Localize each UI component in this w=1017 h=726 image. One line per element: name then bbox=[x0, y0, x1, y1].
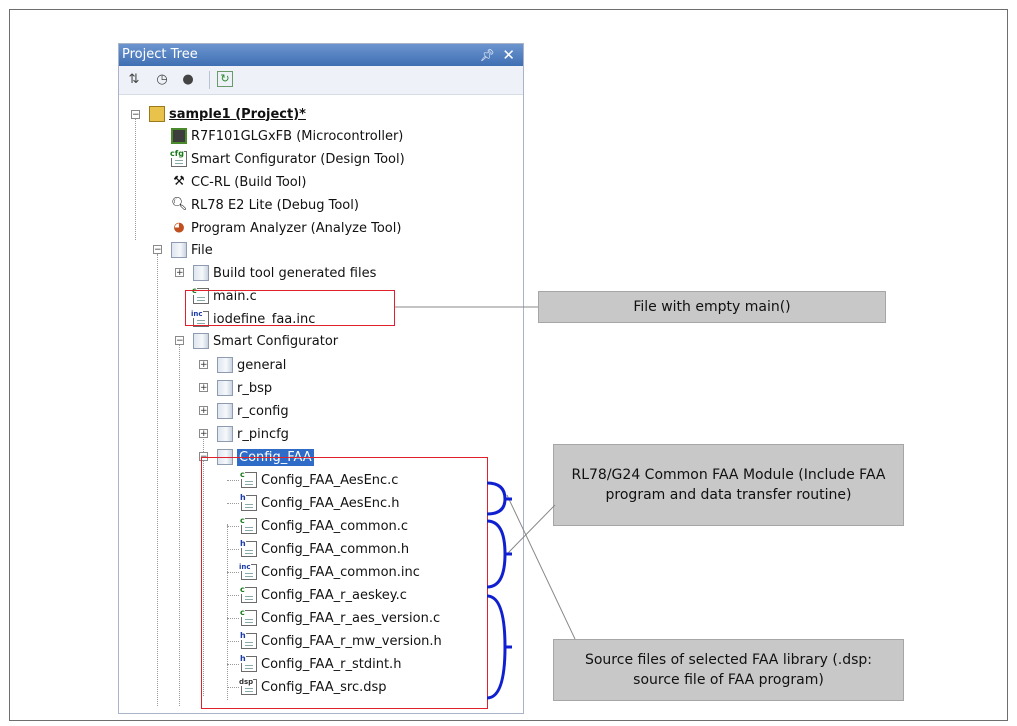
brace-common bbox=[486, 519, 512, 589]
brace-aesenc bbox=[486, 481, 512, 516]
connector-source bbox=[506, 494, 576, 640]
brace-library bbox=[486, 594, 512, 700]
annotation-overlay bbox=[395, 306, 576, 700]
